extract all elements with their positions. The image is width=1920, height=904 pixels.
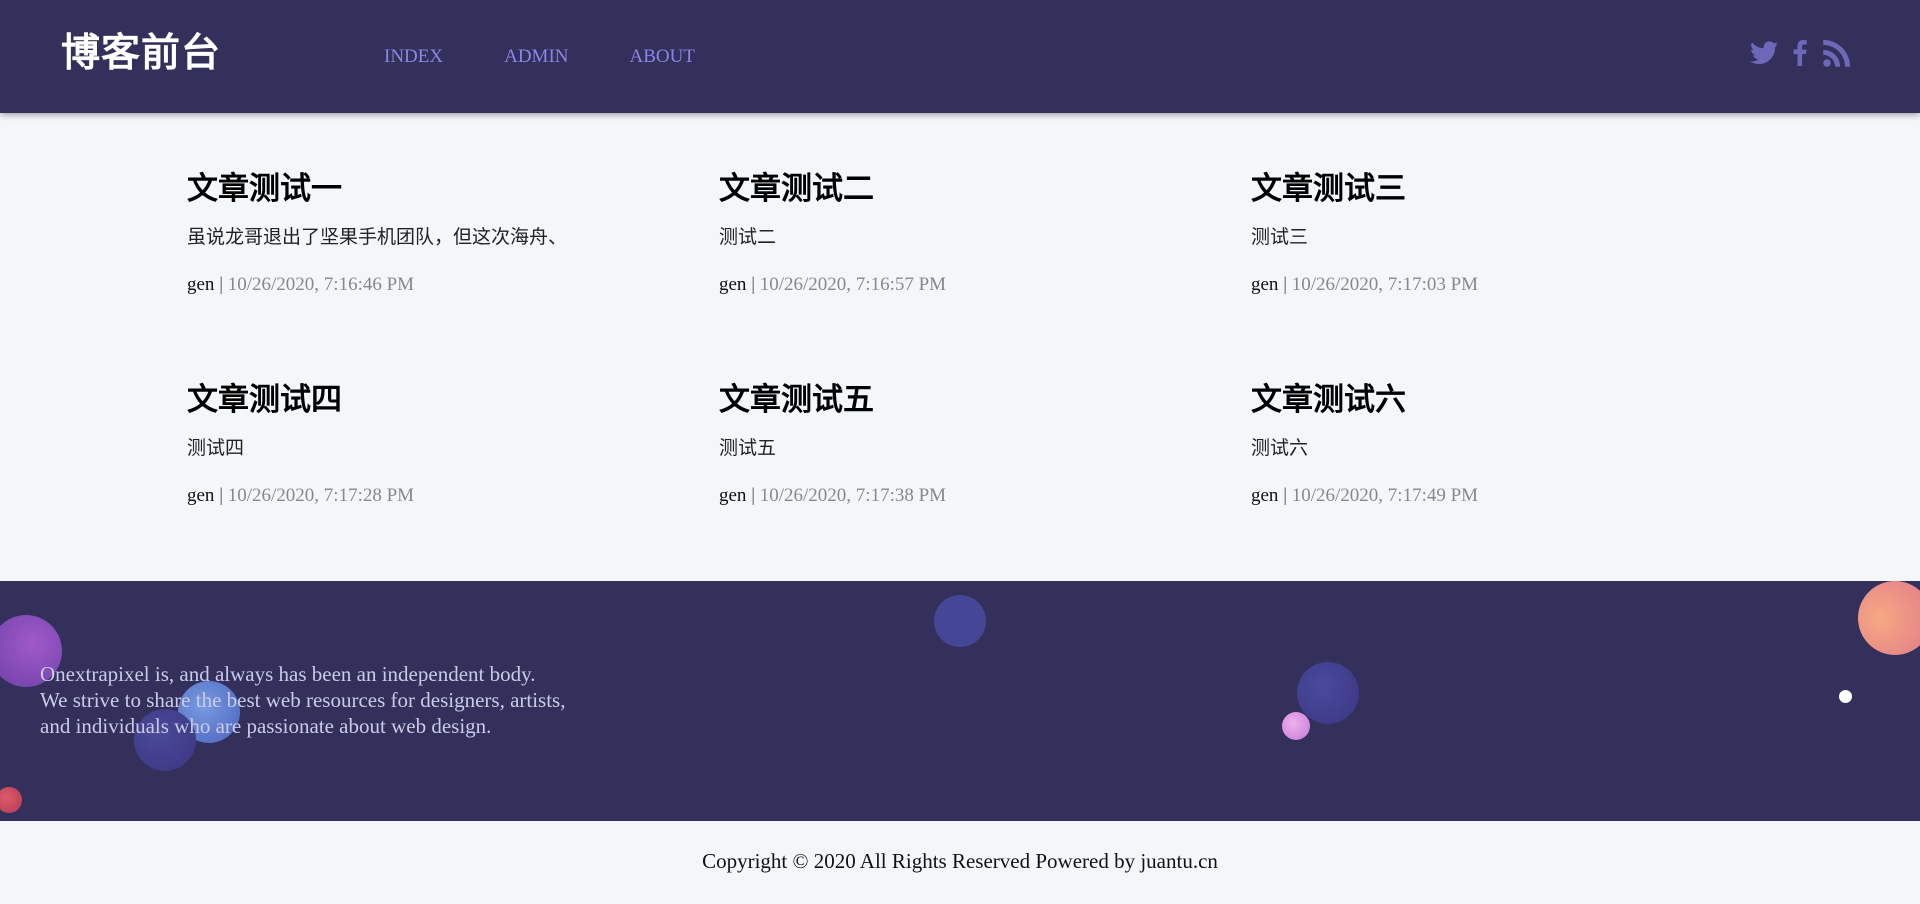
decorative-bubble <box>1282 712 1310 740</box>
meta-separator: | <box>219 274 223 295</box>
post-date: 10/26/2020, 7:16:46 PM <box>227 274 415 295</box>
post-title[interactable]: 文章测试五 <box>719 378 1219 422</box>
meta-separator: | <box>219 485 223 506</box>
post-meta: gen | 10/26/2020, 7:17:03 PM <box>1251 271 1751 299</box>
post-author: gen <box>719 485 747 506</box>
post-card[interactable]: 文章测试二 测试二 gen | 10/26/2020, 7:16:57 PM <box>719 167 1219 299</box>
twitter-icon[interactable] <box>1750 41 1778 65</box>
meta-separator: | <box>751 485 755 506</box>
post-title[interactable]: 文章测试一 <box>187 167 687 211</box>
meta-separator: | <box>1283 274 1287 295</box>
post-meta: gen | 10/26/2020, 7:17:38 PM <box>719 482 1219 510</box>
post-title[interactable]: 文章测试三 <box>1251 167 1751 211</box>
decorative-bubble <box>0 787 22 813</box>
site-header: 博客前台 INDEX ADMIN ABOUT <box>0 0 1920 113</box>
footer-about-text: Onextrapixel is, and always has been an … <box>40 661 565 739</box>
post-author: gen <box>1251 485 1279 506</box>
post-author: gen <box>1251 274 1279 295</box>
decorative-bubble <box>1839 690 1852 703</box>
post-excerpt: 测试五 <box>719 437 777 459</box>
post-card[interactable]: 文章测试五 测试五 gen | 10/26/2020, 7:17:38 PM <box>719 378 1219 510</box>
post-excerpt: 测试六 <box>1251 437 1309 459</box>
post-title[interactable]: 文章测试二 <box>719 167 1219 211</box>
post-author: gen <box>719 274 747 295</box>
nav-about-link[interactable]: ABOUT <box>630 43 695 71</box>
post-grid: 文章测试一 虽说龙哥退出了坚果手机团队，但这次海舟、 gen | 10/26/2… <box>0 113 1920 581</box>
copyright-bar: Copyright © 2020 All Rights Reserved Pow… <box>0 821 1920 904</box>
post-date: 10/26/2020, 7:17:28 PM <box>227 485 415 506</box>
post-meta: gen | 10/26/2020, 7:17:49 PM <box>1251 482 1751 510</box>
decorative-bubble <box>1297 662 1359 724</box>
post-date: 10/26/2020, 7:17:03 PM <box>1291 274 1479 295</box>
post-meta: gen | 10/26/2020, 7:16:57 PM <box>719 271 1219 299</box>
post-date: 10/26/2020, 7:17:38 PM <box>759 485 947 506</box>
meta-separator: | <box>751 274 755 295</box>
decorative-bubble <box>934 595 986 647</box>
facebook-icon[interactable] <box>1792 40 1808 66</box>
post-title[interactable]: 文章测试四 <box>187 378 687 422</box>
meta-separator: | <box>1283 485 1287 506</box>
copyright-text: Copyright © 2020 All Rights Reserved Pow… <box>702 849 1218 873</box>
post-meta: gen | 10/26/2020, 7:16:46 PM <box>187 271 687 299</box>
post-author: gen <box>187 485 215 506</box>
nav-admin-link[interactable]: ADMIN <box>504 43 568 71</box>
nav-index-link[interactable]: INDEX <box>384 43 443 71</box>
main-nav: INDEX ADMIN ABOUT <box>384 43 756 71</box>
footer-band: Onextrapixel is, and always has been an … <box>0 581 1920 821</box>
footer-line: and individuals who are passionate about… <box>40 714 492 738</box>
post-excerpt: 测试四 <box>187 437 245 459</box>
decorative-bubble <box>1858 581 1920 655</box>
social-links <box>1750 38 1852 68</box>
post-excerpt: 测试三 <box>1251 226 1309 248</box>
post-meta: gen | 10/26/2020, 7:17:28 PM <box>187 482 687 510</box>
rss-icon[interactable] <box>1822 38 1852 68</box>
post-date: 10/26/2020, 7:16:57 PM <box>759 274 947 295</box>
post-excerpt: 虽说龙哥退出了坚果手机团队，但这次海舟、 <box>187 226 568 248</box>
post-title[interactable]: 文章测试六 <box>1251 378 1751 422</box>
post-excerpt: 测试二 <box>719 226 777 248</box>
post-author: gen <box>187 274 215 295</box>
post-card[interactable]: 文章测试三 测试三 gen | 10/26/2020, 7:17:03 PM <box>1251 167 1751 299</box>
post-date: 10/26/2020, 7:17:49 PM <box>1291 485 1479 506</box>
site-brand[interactable]: 博客前台 <box>61 26 221 82</box>
post-card[interactable]: 文章测试四 测试四 gen | 10/26/2020, 7:17:28 PM <box>187 378 687 510</box>
footer-line: We strive to share the best web resource… <box>40 688 566 712</box>
post-card[interactable]: 文章测试一 虽说龙哥退出了坚果手机团队，但这次海舟、 gen | 10/26/2… <box>187 167 687 299</box>
post-card[interactable]: 文章测试六 测试六 gen | 10/26/2020, 7:17:49 PM <box>1251 378 1751 510</box>
footer-line: Onextrapixel is, and always has been an … <box>40 662 536 686</box>
